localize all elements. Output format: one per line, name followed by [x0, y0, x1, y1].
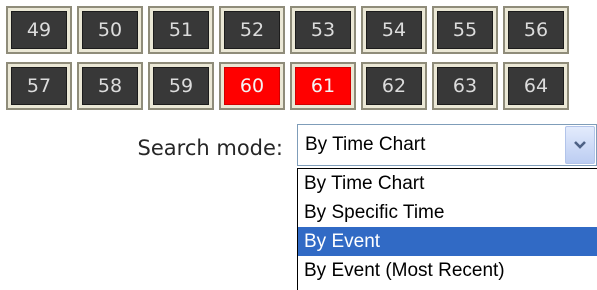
channel-number: 58	[82, 67, 138, 105]
channel-button[interactable]: 49	[6, 6, 72, 54]
channel-number: 61	[295, 67, 351, 105]
channel-number: 55	[437, 11, 493, 49]
channel-button[interactable]: 61	[290, 62, 356, 110]
channel-button[interactable]: 56	[503, 6, 569, 54]
option-by-event[interactable]: By Event	[298, 227, 597, 256]
channel-button[interactable]: 60	[219, 62, 285, 110]
channel-button[interactable]: 50	[77, 6, 143, 54]
channel-number: 57	[11, 67, 67, 105]
channel-number: 51	[153, 11, 209, 49]
search-mode-dropdown: By Time Chart By Specific Time By Event …	[297, 168, 597, 290]
channel-button[interactable]: 52	[219, 6, 285, 54]
search-mode-select[interactable]: By Time Chart	[297, 124, 597, 166]
search-mode-label: Search mode:	[137, 136, 283, 160]
channel-button[interactable]: 53	[290, 6, 356, 54]
search-mode-value: By Time Chart	[305, 134, 426, 155]
option-by-event-most-recent[interactable]: By Event (Most Recent)	[298, 256, 597, 285]
channel-number: 59	[153, 67, 209, 105]
channel-button[interactable]: 51	[148, 6, 214, 54]
dropdown-button[interactable]	[565, 126, 595, 164]
channel-button[interactable]: 54	[361, 6, 427, 54]
channel-number: 60	[224, 67, 280, 105]
channel-button[interactable]: 59	[148, 62, 214, 110]
channel-number: 62	[366, 67, 422, 105]
channel-number: 49	[11, 11, 67, 49]
channel-grid: 49 50 51 52 53 54 55 56 57 58 59 60 61 6…	[6, 6, 569, 110]
channel-button[interactable]: 58	[77, 62, 143, 110]
channel-button[interactable]: 62	[361, 62, 427, 110]
channel-number: 56	[508, 11, 564, 49]
option-by-specific-time[interactable]: By Specific Time	[298, 198, 597, 227]
channel-number: 50	[82, 11, 138, 49]
channel-button[interactable]: 64	[503, 62, 569, 110]
channel-number: 64	[508, 67, 564, 105]
channel-number: 52	[224, 11, 280, 49]
channel-button[interactable]: 57	[6, 62, 72, 110]
chevron-down-icon	[574, 141, 586, 149]
channel-button[interactable]: 63	[432, 62, 498, 110]
channel-number: 53	[295, 11, 351, 49]
option-by-time-chart[interactable]: By Time Chart	[298, 169, 597, 198]
channel-number: 54	[366, 11, 422, 49]
channel-number: 63	[437, 67, 493, 105]
channel-button[interactable]: 55	[432, 6, 498, 54]
